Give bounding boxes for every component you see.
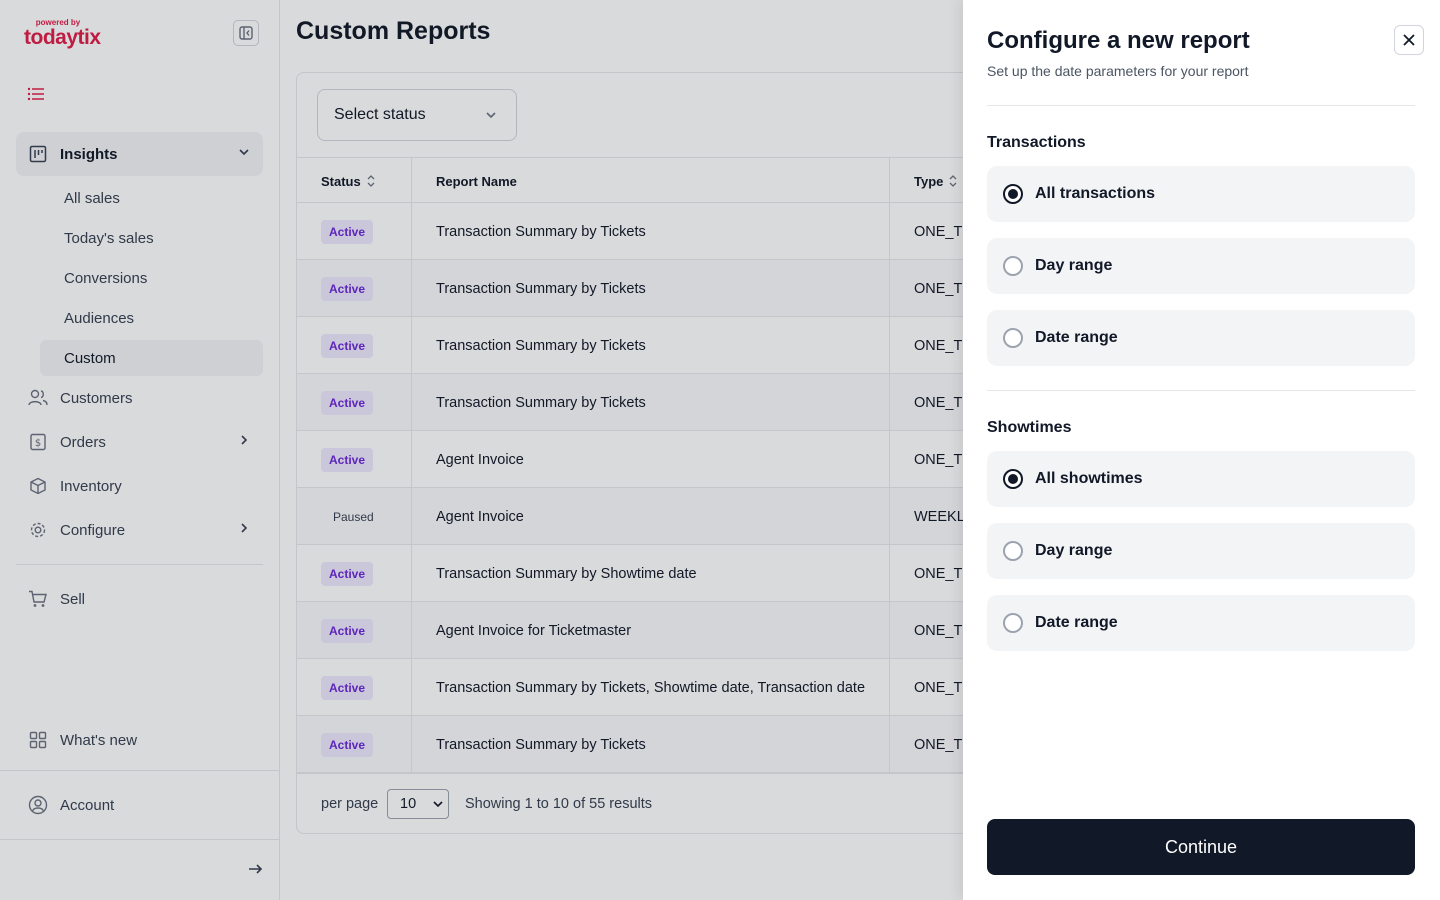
option-label: Day range xyxy=(1035,257,1113,274)
drawer-divider xyxy=(987,105,1415,106)
close-button[interactable] xyxy=(1394,25,1424,55)
modal-backdrop[interactable] xyxy=(0,0,963,900)
radio-unchecked[interactable] xyxy=(1003,328,1023,348)
option-label: Date range xyxy=(1035,614,1118,631)
option-label: All showtimes xyxy=(1035,470,1143,487)
showtimes-option-all[interactable]: All showtimes xyxy=(987,451,1415,507)
radio-unchecked[interactable] xyxy=(1003,613,1023,633)
option-label: All transactions xyxy=(1035,185,1156,202)
transactions-option-date-range[interactable]: Date range xyxy=(987,310,1415,366)
continue-button[interactable]: Continue xyxy=(987,819,1415,875)
transactions-option-all[interactable]: All transactions xyxy=(987,166,1415,222)
showtimes-option-day-range[interactable]: Day range xyxy=(987,523,1415,579)
drawer-divider xyxy=(987,390,1415,391)
transactions-option-day-range[interactable]: Day range xyxy=(987,238,1415,294)
option-label: Day range xyxy=(1035,542,1113,559)
drawer-title: Configure a new report xyxy=(987,27,1250,54)
option-label: Date range xyxy=(1035,329,1118,346)
close-icon xyxy=(1403,34,1415,46)
transactions-heading: Transactions xyxy=(987,134,1086,151)
drawer-subtitle: Set up the date parameters for your repo… xyxy=(987,63,1249,79)
radio-unchecked[interactable] xyxy=(1003,541,1023,561)
radio-unchecked[interactable] xyxy=(1003,256,1023,276)
showtimes-option-date-range[interactable]: Date range xyxy=(987,595,1415,651)
configure-report-drawer: Configure a new report Set up the date p… xyxy=(963,0,1440,900)
radio-checked[interactable] xyxy=(1003,469,1023,489)
showtimes-heading: Showtimes xyxy=(987,419,1072,436)
radio-checked[interactable] xyxy=(1003,184,1023,204)
